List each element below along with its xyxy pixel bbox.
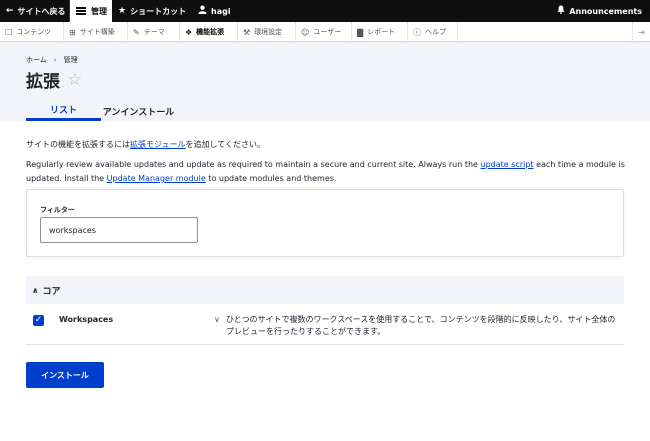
checkmark-icon: ✓ xyxy=(34,315,43,325)
brush-icon: ✎ xyxy=(133,27,140,37)
star-icon: ★ xyxy=(118,5,127,16)
bell-icon xyxy=(557,5,565,17)
user-tab[interactable]: hagi xyxy=(194,0,231,22)
announcements-tab[interactable]: Announcements xyxy=(557,0,642,22)
manage-tab[interactable]: 管理 xyxy=(70,0,112,22)
chart-icon: ▇ xyxy=(357,27,364,37)
update-notice: Regularly review available updates and u… xyxy=(26,158,626,186)
filter-label: フィルター xyxy=(40,206,75,214)
module-description: ひとつのサイトで複数のワークスペースを使用することで、コンテンツを段階的に反映し… xyxy=(226,315,616,336)
tray-item-label: テーマ xyxy=(143,28,165,36)
package-core-header[interactable]: ∧ コア xyxy=(26,276,624,304)
page-title: 拡張 xyxy=(26,72,60,92)
breadcrumb: ホーム › 管理 xyxy=(26,55,78,65)
people-icon: ☺ xyxy=(301,27,310,37)
tray-item-label: サイト構築 xyxy=(79,28,115,36)
update-manager-link[interactable]: Update Manager module xyxy=(107,174,206,183)
shortcuts-tab[interactable]: ★ ショートカット xyxy=(112,0,186,22)
tab-uninstall[interactable]: アンインストール xyxy=(101,101,176,121)
tray-item-people[interactable]: ☺ ユーザー xyxy=(296,22,352,42)
manage-label: 管理 xyxy=(91,6,107,16)
tray-item-content[interactable]: ☐ コンテンツ xyxy=(0,22,64,42)
tray-orientation-toggle[interactable]: ⇥ xyxy=(632,22,650,42)
extend-modules-link[interactable]: 拡張モジュール xyxy=(130,140,185,149)
tray-item-label: 機能拡張 xyxy=(196,28,225,36)
intro-text: サイトの機能を拡張するには拡張モジュールを追加してください。 xyxy=(26,139,265,150)
wrench-icon: ⚒ xyxy=(243,27,251,37)
tray-item-label: レポート xyxy=(367,28,396,36)
module-name[interactable]: Workspaces xyxy=(59,315,113,324)
shortcuts-label: ショートカット xyxy=(130,6,187,16)
user-label: hagi xyxy=(211,6,231,16)
chevron-down-icon[interactable]: ∨ xyxy=(214,315,220,324)
intro-after: を追加してください。 xyxy=(185,140,265,149)
favorite-star-icon[interactable]: ☆ xyxy=(67,70,82,90)
toggle-orientation-icon: ⇥ xyxy=(638,27,645,37)
tray-item-structure[interactable]: ⊞ サイト構築 xyxy=(64,22,128,42)
page-header: ホーム › 管理 拡張 ☆ リスト アンインストール xyxy=(0,43,650,121)
file-icon: ☐ xyxy=(5,27,13,37)
arrow-left-icon: ← xyxy=(6,5,14,16)
announcements-label: Announcements xyxy=(569,6,642,16)
tab-list[interactable]: リスト xyxy=(26,101,101,121)
tray-item-reports[interactable]: ▇ レポート xyxy=(352,22,408,42)
filter-panel: フィルター xyxy=(26,189,624,257)
tray-item-label: コンテンツ xyxy=(16,28,52,36)
tray-item-label: ヘルプ xyxy=(425,28,446,36)
tray-item-label: 環境設定 xyxy=(254,28,283,36)
breadcrumb-separator-icon: › xyxy=(53,56,57,64)
page-title-row: 拡張 ☆ xyxy=(26,67,82,93)
chevron-up-icon: ∧ xyxy=(32,285,39,295)
tray-item-extend[interactable]: ❖ 機能拡張 xyxy=(180,22,238,42)
tray-item-configuration[interactable]: ⚒ 環境設定 xyxy=(238,22,296,42)
breadcrumb-home[interactable]: ホーム xyxy=(26,55,47,65)
module-checkbox[interactable]: ✓ xyxy=(33,315,44,326)
breadcrumb-admin[interactable]: 管理 xyxy=(64,55,78,65)
update-script-link[interactable]: update script xyxy=(481,160,534,169)
filter-input[interactable] xyxy=(40,217,198,243)
tray-item-help[interactable]: ⓘ ヘルプ xyxy=(408,22,458,42)
back-to-site-label: サイトへ戻る xyxy=(17,6,66,16)
help-icon: ⓘ xyxy=(413,27,421,37)
install-button[interactable]: インストール xyxy=(26,362,104,388)
intro-before: サイトの機能を拡張するには xyxy=(26,140,130,149)
user-icon xyxy=(198,5,207,17)
module-row: ✓ Workspaces ∨ ひとつのサイトで複数のワークスペースを使用すること… xyxy=(26,306,624,345)
back-to-site-link[interactable]: ← サイトへ戻る xyxy=(0,0,70,22)
admin-tray: ☐ コンテンツ ⊞ サイト構築 ✎ テーマ ❖ 機能拡張 ⚒ 環境設定 ☺ ユー… xyxy=(0,22,650,42)
hamburger-icon xyxy=(76,7,86,15)
notice-part3: to update modules and themes. xyxy=(205,174,337,183)
puzzle-icon: ❖ xyxy=(185,27,193,37)
tray-item-label: ユーザー xyxy=(313,28,342,36)
notice-part1: Regularly review available updates and u… xyxy=(26,160,481,169)
structure-icon: ⊞ xyxy=(69,27,76,37)
package-core-label: コア xyxy=(42,286,61,297)
admin-toolbar: ← サイトへ戻る 管理 ★ ショートカット hagi Announcements xyxy=(0,0,650,22)
tray-item-appearance[interactable]: ✎ テーマ xyxy=(128,22,180,42)
